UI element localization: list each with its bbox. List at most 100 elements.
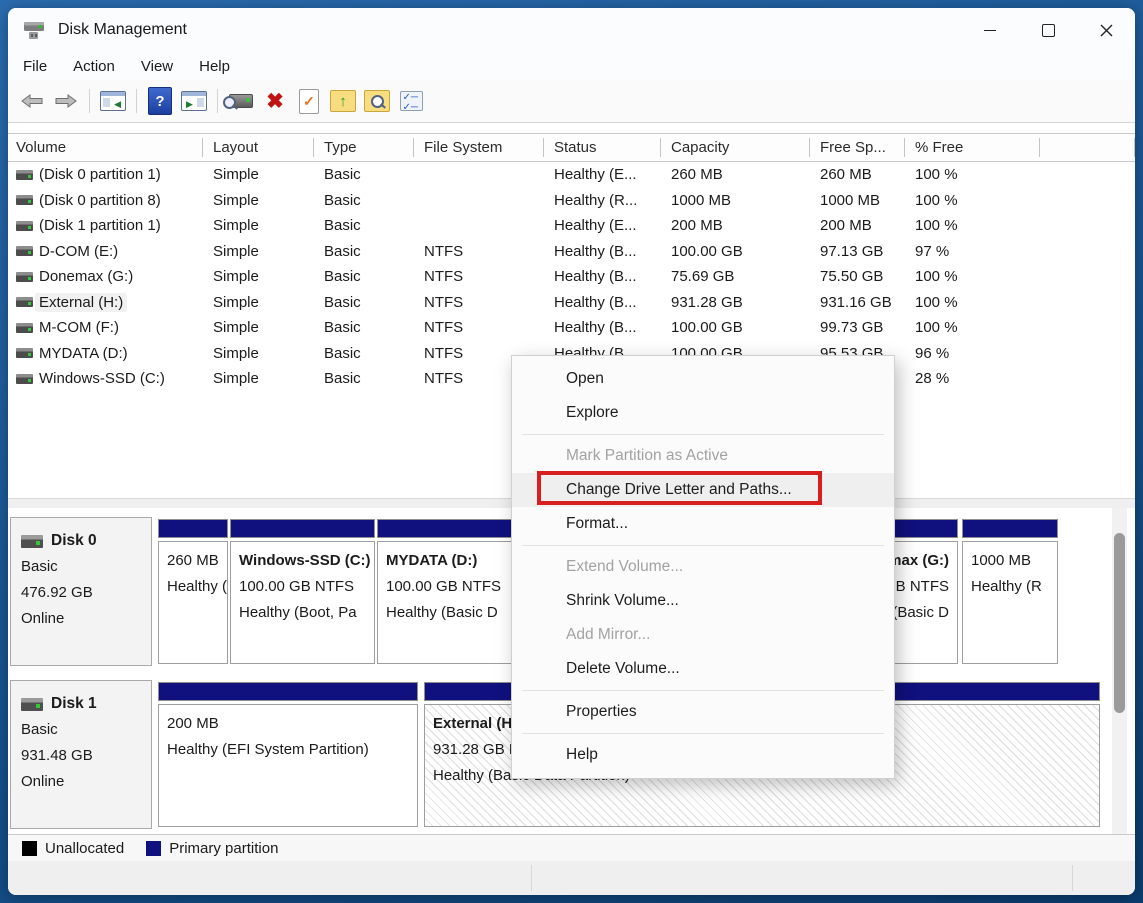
volume-status: Healthy (E...	[544, 217, 661, 234]
volume-free: 931.16 GB	[810, 294, 905, 311]
menu-item-change-drive-letter[interactable]: Change Drive Letter and Paths...	[512, 473, 894, 507]
volume-pct-free: 100 %	[905, 217, 1040, 234]
volume-row[interactable]: (Disk 0 partition 8) Simple Basic Health…	[8, 188, 1135, 214]
partition-status: Healthy (EFI System Partition)	[167, 737, 409, 763]
column-header-layout[interactable]: Layout	[203, 138, 314, 157]
volume-fs: NTFS	[414, 294, 544, 311]
volume-name: Donemax (G:)	[39, 268, 133, 285]
volume-pct-free: 100 %	[905, 294, 1040, 311]
menu-separator	[522, 434, 884, 435]
volume-fs: NTFS	[414, 268, 544, 285]
volume-capacity: 100.00 GB	[661, 319, 810, 336]
window-title: Disk Management	[58, 21, 187, 39]
volume-row-selected[interactable]: External (H:) Simple Basic NTFS Healthy …	[8, 290, 1135, 316]
legend-label: Primary partition	[169, 840, 278, 857]
back-button[interactable]	[18, 87, 46, 115]
volume-row[interactable]: (Disk 0 partition 1) Simple Basic Health…	[8, 162, 1135, 188]
app-icon	[22, 17, 48, 43]
volume-type: Basic	[314, 166, 414, 183]
volume-row[interactable]: Donemax (G:) Simple Basic NTFS Healthy (…	[8, 264, 1135, 290]
scrollbar-thumb[interactable]	[1114, 533, 1125, 713]
menu-item-delete-volume[interactable]: Delete Volume...	[512, 652, 894, 686]
volume-name: (Disk 0 partition 1)	[39, 166, 161, 183]
menu-item-format[interactable]: Format...	[512, 507, 894, 541]
column-header-filler	[1040, 138, 1135, 157]
disk1-label-panel[interactable]: Disk 1 Basic 931.48 GB Online	[10, 680, 152, 829]
partition-color-bar	[158, 519, 228, 538]
volume-type: Basic	[314, 294, 414, 311]
menu-separator	[522, 545, 884, 546]
rescan-disks-button[interactable]	[227, 87, 255, 115]
disk-management-window: Disk Management File Action View Help	[8, 8, 1135, 895]
menu-item-open[interactable]: Open	[512, 362, 894, 396]
commit-check-button[interactable]: ✓	[295, 87, 323, 115]
menu-item-shrink-volume[interactable]: Shrink Volume...	[512, 584, 894, 618]
disk-icon	[21, 698, 43, 711]
disk0-label-panel[interactable]: Disk 0 Basic 476.92 GB Online	[10, 517, 152, 666]
minimize-button[interactable]	[961, 8, 1019, 52]
menu-help[interactable]: Help	[186, 55, 243, 78]
column-header-volume[interactable]: Volume	[8, 138, 203, 157]
menu-file[interactable]: File	[10, 55, 60, 78]
column-header-free-space[interactable]: Free Sp...	[810, 138, 905, 157]
volume-name: MYDATA (D:)	[39, 345, 128, 362]
menu-bar: File Action View Help	[8, 52, 1135, 80]
volume-capacity: 75.69 GB	[661, 268, 810, 285]
partition-size: 260 MB	[167, 548, 219, 574]
volume-capacity: 200 MB	[661, 217, 810, 234]
partition-disk1-efi[interactable]: 200 MB Healthy (EFI System Partition)	[158, 682, 418, 827]
partition-disk0-efi[interactable]: 260 MB Healthy (EFI Sys	[158, 519, 228, 664]
volume-icon	[16, 323, 33, 333]
partition-disk0-mydata[interactable]: MYDATA (D:) 100.00 GB NTFS Healthy (Basi…	[377, 519, 520, 664]
volume-layout: Simple	[203, 192, 314, 209]
menu-item-add-mirror: Add Mirror...	[512, 618, 894, 652]
status-divider	[1072, 865, 1073, 891]
folder-search-button[interactable]	[363, 87, 391, 115]
legend-label: Unallocated	[45, 840, 124, 857]
volume-icon	[16, 170, 33, 180]
volume-capacity: 931.28 GB	[661, 294, 810, 311]
partition-disk0-recovery[interactable]: 1000 MB Healthy (R	[962, 519, 1058, 664]
column-header-status[interactable]: Status	[544, 138, 661, 157]
partition-title: MYDATA (D:)	[386, 548, 511, 574]
column-header-type[interactable]: Type	[314, 138, 414, 157]
volume-row[interactable]: D-COM (E:) Simple Basic NTFS Healthy (B.…	[8, 239, 1135, 265]
volume-icon	[16, 246, 33, 256]
disk-icon	[21, 535, 43, 548]
menu-action[interactable]: Action	[60, 55, 128, 78]
menu-item-explore[interactable]: Explore	[512, 396, 894, 430]
column-header-file-system[interactable]: File System	[414, 138, 544, 157]
vertical-scrollbar[interactable]	[1112, 508, 1127, 834]
partition-disk0-windows-ssd[interactable]: Windows-SSD (C:) 100.00 GB NTFS Healthy …	[230, 519, 375, 664]
help-button[interactable]: ?	[146, 87, 174, 115]
volume-layout: Simple	[203, 166, 314, 183]
minimize-icon	[984, 30, 996, 31]
show-console-tree-button[interactable]: ◀	[99, 87, 127, 115]
column-header-capacity[interactable]: Capacity	[661, 138, 810, 157]
volume-capacity: 100.00 GB	[661, 243, 810, 260]
folder-up-button[interactable]: ↑	[329, 87, 357, 115]
menu-view[interactable]: View	[128, 55, 186, 78]
menu-item-help[interactable]: Help	[512, 738, 894, 772]
volume-row[interactable]: M-COM (F:) Simple Basic NTFS Healthy (B.…	[8, 315, 1135, 341]
menu-separator	[522, 733, 884, 734]
column-header-pct-free[interactable]: % Free	[905, 138, 1040, 157]
toolbar-separator	[217, 89, 218, 113]
volume-layout: Simple	[203, 294, 314, 311]
delete-button[interactable]: ✖	[261, 87, 289, 115]
action-pane-icon: ▶	[181, 91, 207, 111]
maximize-button[interactable]	[1019, 8, 1077, 52]
close-button[interactable]	[1077, 8, 1135, 52]
volume-free: 1000 MB	[810, 192, 905, 209]
menu-item-properties[interactable]: Properties	[512, 695, 894, 729]
volume-free: 75.50 GB	[810, 268, 905, 285]
show-action-pane-button[interactable]: ▶	[180, 87, 208, 115]
volume-row[interactable]: (Disk 1 partition 1) Simple Basic Health…	[8, 213, 1135, 239]
task-list-button[interactable]: ✓─✓─	[397, 87, 425, 115]
volume-status: Healthy (E...	[544, 166, 661, 183]
primary-partition-swatch	[146, 841, 161, 856]
forward-button[interactable]	[52, 87, 80, 115]
volume-pct-free: 28 %	[905, 370, 1040, 387]
volume-free: 97.13 GB	[810, 243, 905, 260]
status-divider	[531, 865, 532, 891]
